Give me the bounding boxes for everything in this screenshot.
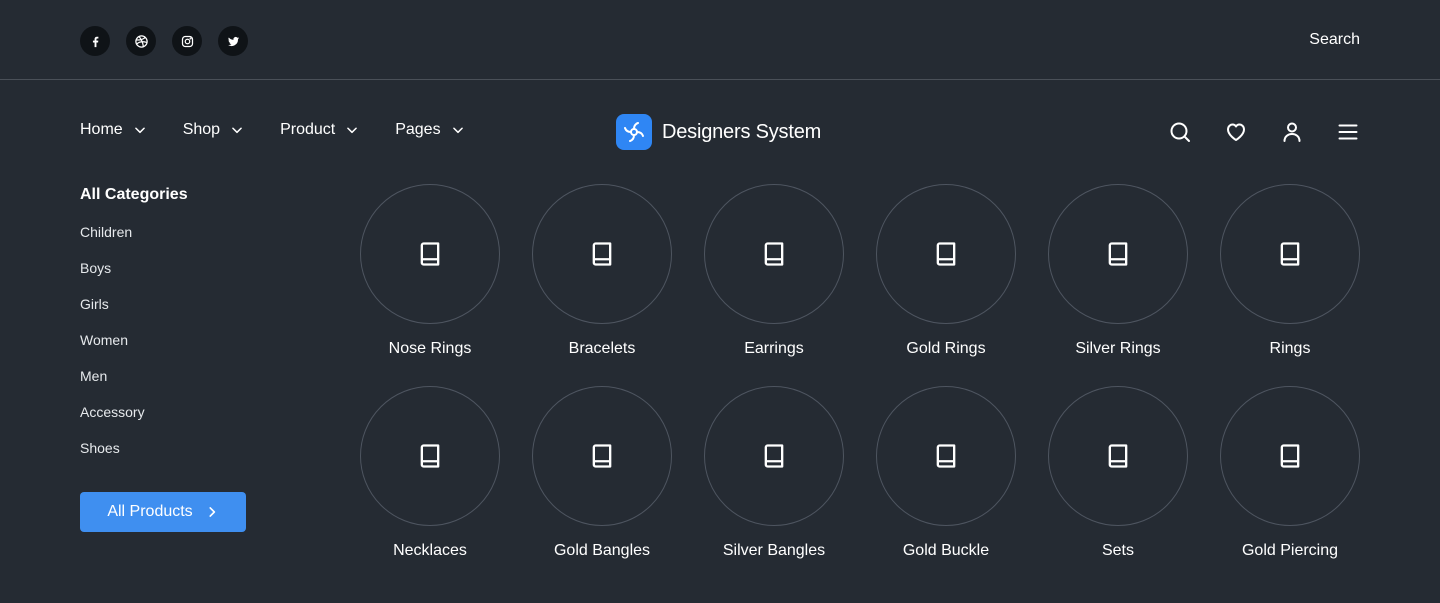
chevron-down-icon [134, 127, 145, 134]
nav-item-label: Home [80, 121, 123, 138]
nav-item-home[interactable]: Home [80, 121, 147, 139]
category-label: Gold Rings [906, 340, 986, 357]
category-card[interactable]: Earrings [704, 184, 844, 358]
chevron-down-icon [232, 127, 242, 134]
user-icon [1283, 122, 1301, 142]
top-bar: Search [0, 0, 1440, 80]
category-card[interactable]: Nose Rings [360, 184, 500, 358]
twitter-icon [227, 36, 239, 46]
top-search-link[interactable]: Search [1309, 31, 1360, 49]
book-icon [936, 242, 956, 266]
category-card[interactable]: Silver Rings [1048, 184, 1188, 358]
brand-logo[interactable]: Designers System [616, 114, 821, 150]
search-button[interactable] [1168, 120, 1192, 144]
book-icon [592, 444, 612, 468]
nav-item-label: Product [280, 121, 336, 138]
category-label: Sets [1101, 542, 1134, 559]
category-circle [1220, 184, 1360, 324]
category-circle [1048, 386, 1188, 526]
book-icon [764, 242, 784, 266]
sidebar-item-children[interactable]: Children [80, 224, 300, 260]
dribbble-link[interactable] [126, 26, 156, 56]
category-card[interactable]: Gold Bangles [532, 386, 672, 560]
header-actions [1168, 120, 1360, 144]
logo-icon [616, 114, 652, 150]
category-label: Rings [1269, 340, 1311, 357]
category-grid: Nose Rings Bracelets Earrings Gold Rings… [360, 184, 1360, 560]
nav-item-label: Pages [395, 121, 441, 138]
category-list: Children Boys Girls Women Men Accessory … [80, 224, 300, 476]
category-label: Gold Buckle [902, 542, 990, 559]
book-icon [936, 444, 956, 468]
category-card[interactable]: Rings [1220, 184, 1360, 358]
category-label: Gold Piercing [1241, 542, 1339, 559]
chevron-right-icon [209, 507, 215, 517]
category-label: Gold Bangles [553, 542, 651, 559]
category-label: Silver Rings [1075, 340, 1161, 357]
search-icon [1170, 122, 1190, 142]
sidebar-item-women[interactable]: Women [80, 332, 300, 368]
facebook-icon [92, 36, 98, 47]
category-circle [876, 386, 1016, 526]
dribbble-icon [134, 34, 148, 48]
sidebar-item-men[interactable]: Men [80, 368, 300, 404]
category-label: Necklaces [393, 542, 467, 559]
instagram-icon [181, 35, 193, 47]
social-links [80, 26, 248, 56]
wishlist-button[interactable] [1224, 120, 1248, 144]
category-circle [704, 184, 844, 324]
nav-item-product[interactable]: Product [280, 121, 359, 139]
all-products-button[interactable]: All Products [80, 492, 246, 532]
category-circle [532, 184, 672, 324]
account-button[interactable] [1280, 120, 1304, 144]
sidebar-item-shoes[interactable]: Shoes [80, 440, 300, 476]
category-label: Silver Bangles [722, 542, 826, 559]
book-icon [592, 242, 612, 266]
category-circle [360, 184, 500, 324]
sidebar-item-boys[interactable]: Boys [80, 260, 300, 296]
nav-item-pages[interactable]: Pages [395, 121, 464, 139]
sidebar-item-accessory[interactable]: Accessory [80, 404, 300, 440]
category-circle [1220, 386, 1360, 526]
category-label: Nose Rings [388, 340, 472, 357]
nav-item-shop[interactable]: Shop [183, 121, 244, 139]
category-circle [532, 386, 672, 526]
category-circle [704, 386, 844, 526]
heart-icon [1227, 123, 1245, 141]
category-circle [360, 386, 500, 526]
menu-button[interactable] [1336, 120, 1360, 144]
category-sidebar: All Categories Children Boys Girls Women… [80, 186, 300, 476]
book-icon [764, 444, 784, 468]
category-label: Earrings [744, 340, 804, 357]
instagram-link[interactable] [172, 26, 202, 56]
twitter-link[interactable] [218, 26, 248, 56]
book-icon [1280, 444, 1300, 468]
chevron-down-icon [452, 127, 463, 134]
category-card[interactable]: Silver Bangles [704, 386, 844, 560]
book-icon [1108, 444, 1128, 468]
all-products-label: All Products [107, 503, 193, 520]
book-icon [420, 242, 440, 266]
book-icon [420, 444, 440, 468]
category-card[interactable]: Gold Rings [876, 184, 1016, 358]
category-card[interactable]: Bracelets [532, 184, 672, 358]
book-icon [1280, 242, 1300, 266]
brand-name: Designers System [662, 120, 822, 143]
category-label: Bracelets [568, 340, 636, 357]
category-card[interactable]: Gold Buckle [876, 386, 1016, 560]
sidebar-title: All Categories [80, 186, 188, 203]
nav-item-label: Shop [182, 121, 221, 138]
main-nav: Home Shop Product Pages [80, 121, 501, 139]
book-icon [1108, 242, 1128, 266]
menu-icon [1338, 124, 1358, 140]
category-card[interactable]: Sets [1048, 386, 1188, 560]
sidebar-item-girls[interactable]: Girls [80, 296, 300, 332]
facebook-link[interactable] [80, 26, 110, 56]
category-circle [1048, 184, 1188, 324]
category-circle [876, 184, 1016, 324]
category-card[interactable]: Necklaces [360, 386, 500, 560]
category-card[interactable]: Gold Piercing [1220, 386, 1360, 560]
chevron-down-icon [347, 127, 358, 134]
